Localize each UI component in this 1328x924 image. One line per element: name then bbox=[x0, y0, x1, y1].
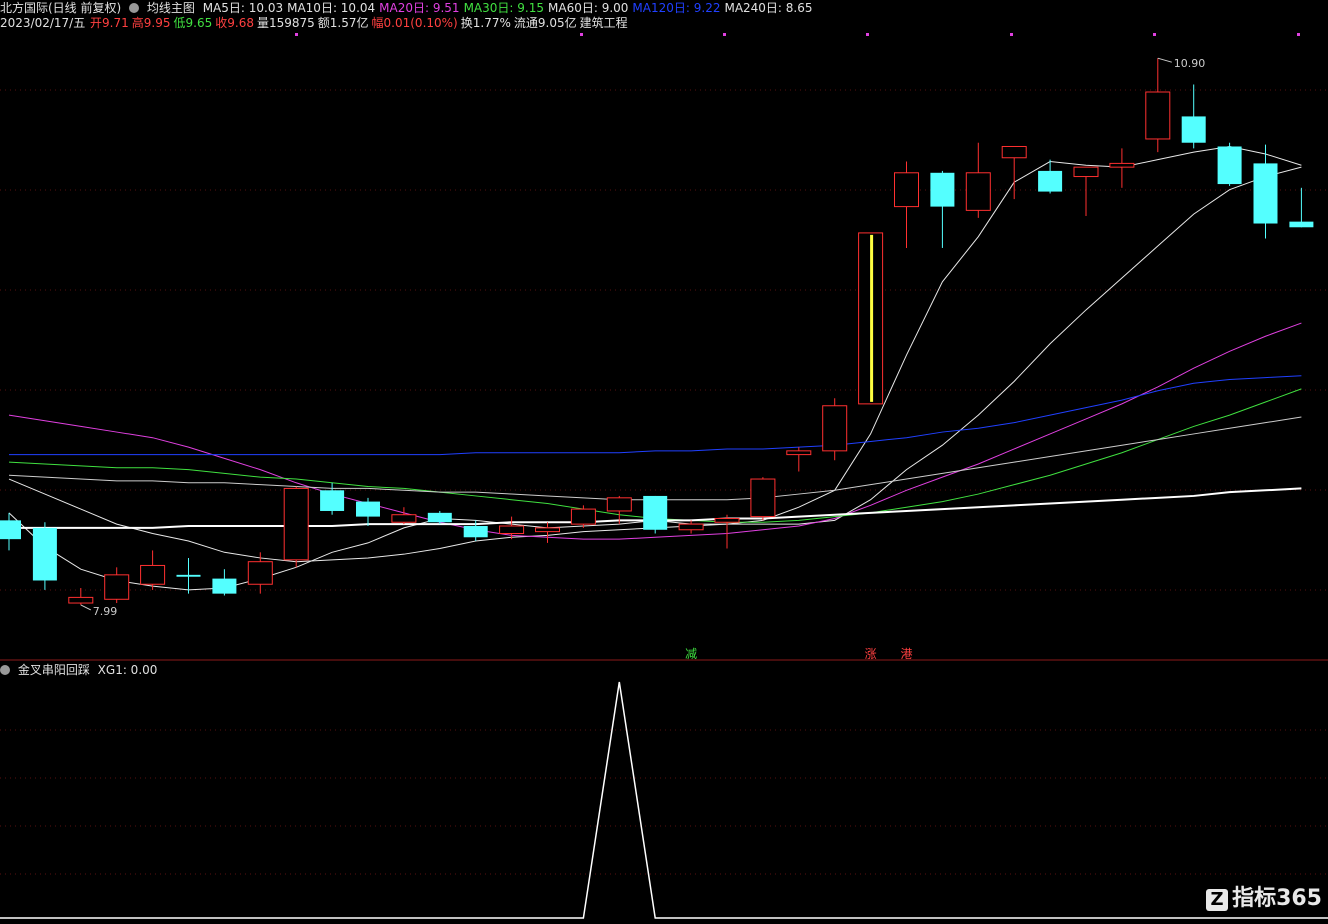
candle-body-6 bbox=[212, 578, 237, 594]
candle-body-9 bbox=[320, 490, 345, 511]
logo-icon: Z bbox=[1206, 889, 1229, 911]
ma-line-ma60 bbox=[8, 416, 1302, 501]
watermark: Z 指标365 bbox=[1206, 880, 1322, 912]
candle-body-1 bbox=[32, 527, 57, 581]
candle-body-26 bbox=[930, 172, 955, 207]
candle-body-20 bbox=[714, 517, 740, 523]
candle-body-23 bbox=[822, 405, 848, 452]
low-pointer bbox=[80, 604, 92, 611]
candle-body-28 bbox=[1001, 145, 1027, 159]
candle-body-25 bbox=[894, 172, 919, 208]
candle-body-29 bbox=[1038, 170, 1063, 192]
candle-body-11 bbox=[391, 514, 417, 523]
candle-body-13 bbox=[463, 526, 488, 538]
candle-body-12 bbox=[427, 512, 452, 523]
candle-body-33 bbox=[1181, 116, 1206, 143]
candle-body-34 bbox=[1217, 146, 1242, 185]
candle-body-36 bbox=[1289, 221, 1314, 228]
candle-body-17 bbox=[606, 497, 632, 512]
stock-chart[interactable]: 10.90 7.99 减 涨 港 bbox=[0, 0, 1328, 924]
candle-body-5 bbox=[176, 574, 201, 577]
xg1-signal-line bbox=[0, 681, 1328, 919]
top-marker-dot-5 bbox=[1153, 33, 1156, 36]
high-pointer bbox=[1157, 57, 1172, 63]
candle-body-21 bbox=[750, 478, 776, 518]
candle-body-31 bbox=[1109, 162, 1135, 168]
top-marker-dot-6 bbox=[1297, 33, 1300, 36]
candle-body-22 bbox=[786, 450, 812, 456]
candle-body-16 bbox=[570, 508, 596, 525]
candle-body-7 bbox=[247, 561, 273, 585]
candle-body-0 bbox=[0, 520, 21, 540]
candle-body-35 bbox=[1253, 163, 1278, 224]
candle-body-10 bbox=[356, 501, 380, 517]
candle-body-27 bbox=[965, 172, 991, 211]
top-marker-dot-3 bbox=[866, 33, 869, 36]
top-marker-dot-2 bbox=[723, 33, 726, 36]
top-marker-dot-1 bbox=[580, 33, 583, 36]
candle-body-32 bbox=[1145, 91, 1171, 140]
candle-body-8 bbox=[283, 487, 309, 561]
candle-body-3 bbox=[104, 574, 130, 600]
watermark-text: 指标365 bbox=[1232, 886, 1322, 911]
top-marker-dot-4 bbox=[1010, 33, 1013, 36]
signal-marker-2: 港 bbox=[900, 647, 912, 661]
candle-body-14 bbox=[499, 525, 525, 535]
ma-line-ma120 bbox=[9, 375, 1302, 456]
candle-body-4 bbox=[140, 564, 166, 585]
high-price-label: 10.90 bbox=[1174, 57, 1206, 70]
candle-body-30 bbox=[1073, 166, 1099, 178]
low-price-label: 7.99 bbox=[93, 605, 118, 618]
candle-body-2 bbox=[68, 596, 94, 604]
top-marker-dot-0 bbox=[295, 33, 298, 36]
signal-marker-1: 涨 bbox=[865, 646, 877, 661]
candle-body-18 bbox=[643, 495, 668, 530]
signal-marker-0: 减 bbox=[685, 647, 697, 661]
candle-body-19 bbox=[678, 523, 704, 531]
candle-body-15 bbox=[535, 527, 560, 533]
